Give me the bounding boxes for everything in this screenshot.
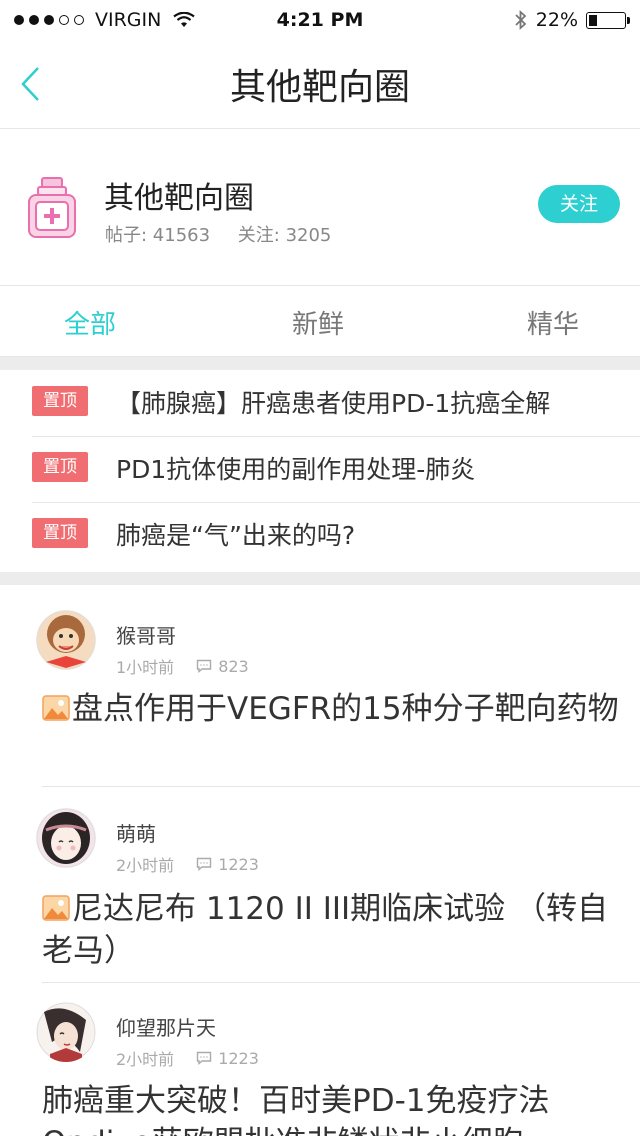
tab-bar: 全部 新鲜 精华 [0, 286, 640, 357]
battery-icon [586, 11, 630, 29]
tab-all[interactable]: 全部 [64, 304, 116, 341]
pinned-item[interactable]: 置顶 肺癌是“气”出来的吗? [32, 502, 640, 568]
post-meta: 1小时前 823 [116, 654, 249, 678]
post-title: 尼达尼布 1120 II III期临床试验 （转自老马） [42, 891, 609, 969]
post-author: 仰望那片天 [116, 1016, 216, 1040]
avatar [36, 610, 96, 670]
post-author: 猴哥哥 [116, 624, 176, 648]
post-author: 萌萌 [116, 822, 156, 846]
post-count: 帖子: 41563 [105, 225, 211, 246]
post-title-block: 盘点作用于VEGFR的15种分子靶向药物 [42, 688, 622, 730]
pinned-badge: 置顶 [32, 518, 88, 548]
pinned-title: PD1抗体使用的副作用处理-肺炎 [116, 455, 476, 484]
image-icon [42, 695, 70, 721]
divider [42, 982, 640, 983]
pinned-title: 【肺腺癌】肝癌患者使用PD-1抗癌全解 [116, 389, 551, 418]
page-title: 其他靶向圈 [229, 67, 410, 108]
circle-header: 其他靶向圈 帖子: 41563 关注: 3205 关注 [0, 129, 640, 286]
post-time: 1小时前 [116, 658, 175, 677]
pinned-badge: 置顶 [32, 386, 88, 416]
section-divider [0, 357, 640, 370]
post-meta: 2小时前 1223 [116, 1046, 259, 1070]
avatar [36, 1002, 96, 1062]
comment-count: 823 [218, 656, 249, 676]
bluetooth-icon [515, 10, 527, 30]
pinned-item[interactable]: 置顶 【肺腺癌】肝癌患者使用PD-1抗癌全解 [32, 370, 640, 437]
comment-count: 1223 [218, 1048, 259, 1068]
post-meta: 2小时前 1223 [116, 852, 259, 876]
pinned-title: 肺癌是“气”出来的吗? [116, 521, 356, 550]
post-title-block: 尼达尼布 1120 II III期临床试验 （转自老马） [42, 888, 622, 972]
image-icon [42, 895, 70, 921]
tab-fresh[interactable]: 新鲜 [292, 304, 344, 341]
avatar [36, 808, 96, 868]
battery-percent: 22% [535, 9, 578, 31]
section-divider [0, 572, 640, 585]
navigation-bar: 其他靶向圈 [0, 40, 640, 129]
comment-icon [196, 857, 212, 871]
post-item[interactable]: 猴哥哥 1小时前 823 盘点作用于VEGFR的15种分子靶向药物 [0, 610, 640, 786]
post-time: 2小时前 [116, 856, 175, 875]
status-bar: VIRGIN 4:21 PM 22% [0, 0, 640, 40]
comment-icon [196, 1051, 212, 1065]
divider [42, 786, 640, 787]
tab-featured[interactable]: 精华 [527, 304, 579, 341]
post-time: 2小时前 [116, 1050, 175, 1069]
circle-stats: 帖子: 41563 关注: 3205 [105, 221, 353, 247]
follower-count: 关注: 3205 [237, 225, 332, 246]
post-item[interactable]: 萌萌 2小时前 1223 尼达尼布 1120 II III期临床试验 （转自老马… [0, 808, 640, 982]
follow-button[interactable]: 关注 [538, 185, 620, 223]
comment-count: 1223 [218, 854, 259, 874]
pinned-item[interactable]: 置顶 PD1抗体使用的副作用处理-肺炎 [32, 436, 640, 503]
post-item[interactable]: 仰望那片天 2小时前 1223 肺癌重大突破！百时美PD-1免疫疗法Opdivo… [0, 1002, 640, 1136]
post-title: 盘点作用于VEGFR的15种分子靶向药物 [72, 691, 619, 727]
post-title: 肺癌重大突破！百时美PD-1免疫疗法Opdivo获欧盟批准非鳞状非小细胞 [42, 1083, 550, 1136]
comment-icon [196, 659, 212, 673]
pinned-badge: 置顶 [32, 452, 88, 482]
medicine-bottle-icon [28, 177, 76, 238]
circle-name: 其他靶向圈 [104, 181, 254, 216]
